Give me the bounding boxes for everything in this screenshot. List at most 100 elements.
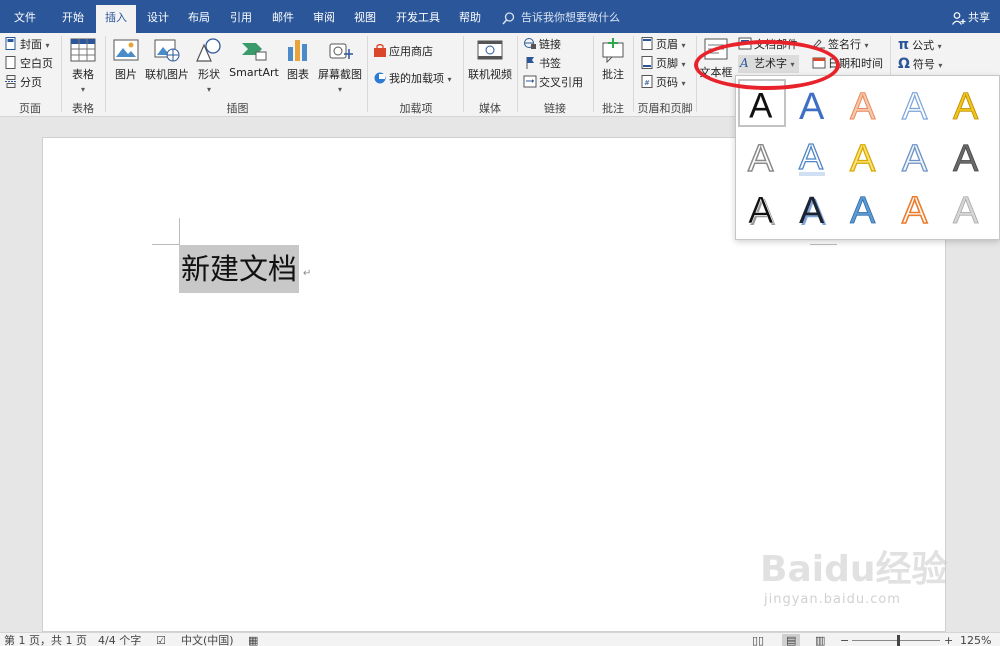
blank-page-button[interactable]: 空白页 [4,55,53,73]
tab-developer[interactable]: 开发工具 [389,0,447,33]
smartart-button[interactable]: SmartArt [228,37,280,79]
screenshot-icon [329,43,353,59]
wordart-style-orange-gradient[interactable]: A [840,79,888,129]
wordart-glyph-text: A [799,136,823,177]
group-label-addins: 加载项 [399,102,433,115]
new-comment-button[interactable]: 批注 [597,37,629,82]
chevron-down-icon: ▾ [45,41,50,50]
wordart-glyph-text: A [902,190,928,231]
wordart-style-blue-reflection[interactable]: A [789,131,837,179]
online-picture-icon [154,39,180,62]
shapes-icon [196,38,221,62]
header-button[interactable]: 页眉 ▾ [640,36,686,54]
cover-page-button[interactable]: 封面 ▾ [4,36,50,54]
blank-page-icon [5,56,16,69]
link-button[interactable]: 链接 [523,36,561,54]
tab-references[interactable]: 引用 [222,0,260,33]
proofing-icon[interactable]: ☑ [156,634,166,646]
page-count-status[interactable]: 第 1 页，共 1 页 [4,634,87,646]
cross-reference-button[interactable]: 交叉引用 [523,74,583,92]
wordart-glyph-text: A [799,86,825,127]
symbol-button[interactable]: Ω 符号 ▾ [898,55,942,73]
smartart-label: SmartArt [229,66,279,79]
web-layout-icon[interactable]: ▥ [815,634,825,646]
wordart-style-silver-gradient[interactable]: A [943,183,991,233]
picture-icon [113,39,139,61]
footer-button[interactable]: 页脚 ▾ [640,55,686,73]
page-number-button[interactable]: # 页码 ▾ [640,74,686,92]
store-button[interactable]: 应用商店 [373,43,433,61]
wordart-style-gray-fill[interactable]: A [943,131,991,181]
cross-reference-label: 交叉引用 [539,76,583,89]
picture-label: 图片 [115,68,137,81]
wordart-glyph-text: A [953,138,979,179]
language-status[interactable]: 中文(中国) [181,634,234,646]
chart-button[interactable]: 图表 [284,37,312,82]
wordart-a-glyph: A [850,86,877,129]
signature-line-label: 签名行 [828,38,861,51]
tell-me-box[interactable]: 告诉我你想要做什么 [502,0,620,33]
zoom-slider-track[interactable] [852,640,940,641]
shapes-button[interactable]: 形状 ▾ [194,37,224,95]
tab-review[interactable]: 审阅 [305,0,343,33]
online-picture-button[interactable]: 联机图片 [144,37,190,82]
zoom-in-button[interactable]: + [944,634,953,646]
wordart-a-glyph: A [901,85,928,128]
blank-page-label: 空白页 [20,57,53,70]
tab-view[interactable]: 视图 [346,0,384,33]
wordart-style-orange-outline[interactable]: A [892,183,940,233]
tab-mailings[interactable]: 邮件 [264,0,302,33]
word-count-status[interactable]: 4/4 个字 [98,634,141,646]
my-addins-icon [374,72,386,84]
chevron-down-icon: ▾ [681,41,686,50]
page-number-label: 页码 [656,76,678,89]
zoom-level[interactable]: 125% [960,634,991,646]
tab-layout[interactable]: 布局 [180,0,218,33]
pi-icon: π [898,37,910,53]
online-video-icon [477,40,503,60]
tab-design[interactable]: 设计 [139,0,177,33]
online-video-button[interactable]: 联机视频 [467,37,513,82]
wordart-style-gold-outline[interactable]: A [840,131,888,180]
chevron-down-icon: ▾ [80,85,85,94]
wordart-style-black-shadow[interactable]: AA [738,183,786,234]
wordart-style-black-blue-shadow[interactable]: AA [789,183,837,234]
macro-record-icon[interactable]: ▦ [248,634,258,646]
wordart-style-blue-bevel[interactable]: A [840,183,888,233]
tab-help[interactable]: 帮助 [450,0,490,33]
zoom-out-button[interactable]: − [840,634,849,646]
read-mode-icon[interactable]: ▯▯ [752,634,764,646]
wordart-a-glyph: A [953,86,980,129]
page-break-button[interactable]: 分页 [4,74,42,92]
highlight-annotation-circle [694,40,840,90]
group-separator [517,36,518,112]
screenshot-label: 屏幕截图 [318,68,362,81]
table-button[interactable]: 表格 ▾ [66,37,100,95]
wordart-style-blue-outline-2[interactable]: A [892,131,940,180]
margin-corner-mark [810,244,837,245]
equation-button[interactable]: π 公式 ▾ [898,36,942,54]
new-comment-label: 批注 [602,68,624,81]
my-addins-label: 我的加载项 [389,72,444,85]
group-label-media: 媒体 [479,102,501,115]
selected-document-text[interactable]: 新建文档 [179,245,300,293]
screenshot-button[interactable]: 屏幕截图 ▾ [316,37,364,95]
print-layout-icon[interactable]: ▤ [782,634,801,646]
wordart-style-blue-outline[interactable]: A [892,79,940,128]
tab-home[interactable]: 开始 [53,0,93,33]
header-icon [641,37,653,50]
wordart-style-gray-outline[interactable]: A [738,131,786,181]
tab-file[interactable]: 文件 [6,0,44,33]
status-bar: 第 1 页，共 1 页 4/4 个字 ☑ 中文(中国) ▦ ▯▯ ▤ ▥ − +… [0,632,1000,646]
zoom-slider-thumb[interactable] [897,635,900,646]
bookmark-button[interactable]: 书签 [523,55,561,73]
chevron-down-icon: ▾ [938,61,943,70]
wordart-style-gold-fill[interactable]: A [943,79,991,129]
tab-insert[interactable]: 插入 [96,5,136,33]
group-label-header-footer: 页眉和页脚 [637,102,693,115]
picture-button[interactable]: 图片 [111,37,141,82]
group-separator [463,36,464,112]
my-addins-button[interactable]: 我的加载项 ▾ [373,70,452,88]
group-label-illustrations: 插图 [226,102,249,115]
share-button[interactable]: 共享 [952,0,990,33]
